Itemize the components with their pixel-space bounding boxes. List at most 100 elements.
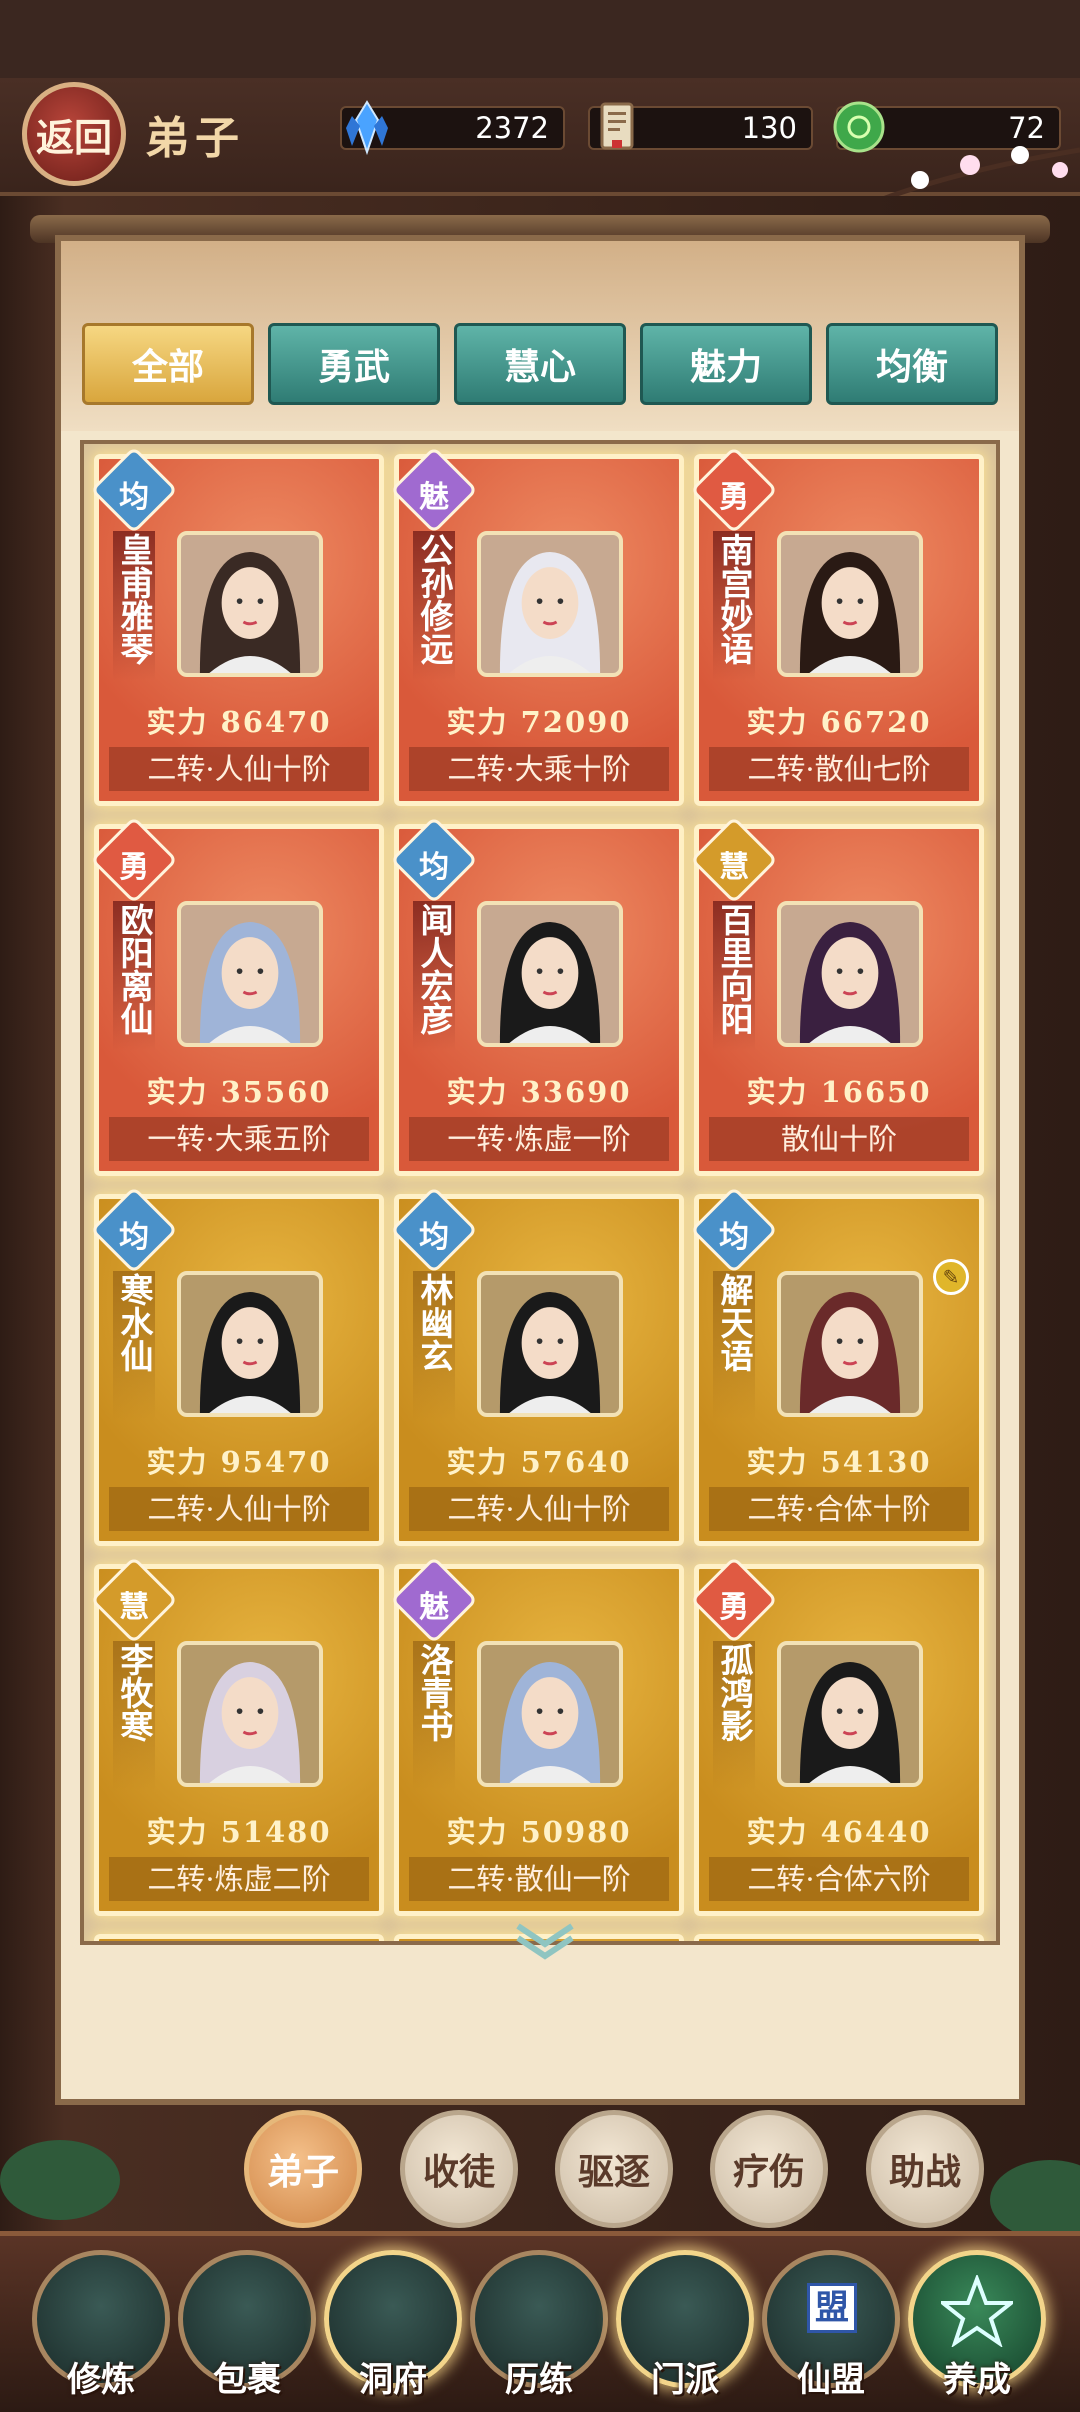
disciple-power: 实力 54130 — [699, 1439, 979, 1481]
power-label: 实力 — [446, 1815, 509, 1849]
disciple-card[interactable]: 慧李牧寒实力 51480 二转·炼虚二阶 — [90, 1556, 384, 1916]
disciple-rank: 二转·散仙一阶 — [409, 1857, 669, 1901]
tab-balance[interactable]: 均衡 — [826, 323, 998, 405]
disciple-rank: 二转·大乘十阶 — [409, 747, 669, 791]
disciple-card[interactable]: 勇南宫妙语 实力 66720 二转·散仙七阶 — [690, 446, 984, 806]
nav-cave-label: 洞府 — [359, 2360, 427, 2400]
disciple-portrait — [777, 1271, 923, 1417]
power-label: 实力 — [446, 1445, 509, 1479]
attribute-badge-label: 勇 — [719, 480, 749, 515]
power-label: 实力 — [146, 705, 209, 739]
disciple-card[interactable]: 魅公孙修远 实力 72090 二转·大乘十阶 — [390, 446, 684, 806]
tab-wisdom[interactable]: 慧心 — [454, 323, 626, 405]
disciple-rank: 二转·炼虚二阶 — [109, 1857, 369, 1901]
power-label: 实力 — [446, 1075, 509, 1109]
assist-battle-button[interactable]: 助战 — [866, 2110, 984, 2228]
disciple-name: 洛青书 — [413, 1641, 455, 1791]
disciple-power: 实力 57640 — [399, 1439, 679, 1481]
power-value: 72090 — [520, 705, 632, 739]
disciple-portrait — [477, 901, 623, 1047]
disciple-power: 实力 33690 — [399, 1069, 679, 1111]
disciple-portrait — [177, 1641, 323, 1787]
disciple-portrait — [477, 531, 623, 677]
attribute-badge-label: 均 — [419, 850, 449, 885]
power-value: 50980 — [520, 1815, 632, 1849]
disciple-name: 林幽玄 — [413, 1271, 455, 1421]
disciple-rank: 二转·合体六阶 — [709, 1857, 969, 1901]
back-button[interactable]: 返回 — [22, 82, 126, 186]
power-label: 实力 — [446, 705, 509, 739]
disciple-card[interactable]: 均解天语 实力 54130 二转·合体十阶 ✎ — [690, 1186, 984, 1546]
disciple-name: 百里向阳 — [713, 901, 755, 1051]
alliance-emblem: 盟 — [807, 2283, 857, 2333]
power-label: 实力 — [746, 1075, 809, 1109]
disciple-card[interactable]: 均林幽玄 实力 57640 二转·人仙十阶 — [390, 1186, 684, 1546]
tab-all[interactable]: 全部 — [82, 323, 254, 405]
disciple-portrait — [177, 901, 323, 1047]
power-value: 95470 — [220, 1445, 332, 1479]
edit-pencil-icon[interactable]: ✎ — [933, 1259, 969, 1295]
attribute-badge-label: 慧 — [119, 1590, 149, 1625]
disciples-button[interactable]: 弟子 — [244, 2110, 362, 2228]
disciple-rank: 二转·合体十阶 — [709, 1487, 969, 1531]
disciple-power: 实力 51480 — [99, 1809, 379, 1851]
attribute-badge-label: 均 — [719, 1220, 749, 1255]
pine-tree-decoration-left — [0, 2140, 120, 2220]
disciple-name: 李牧寒 — [113, 1641, 155, 1791]
disciple-rank: 二转·人仙十阶 — [109, 1487, 369, 1531]
nav-training-label: 历练 — [505, 2360, 573, 2400]
disciple-card[interactable]: 均皇甫雅琴 实力 86470 二转·人仙十阶 — [90, 446, 384, 806]
disciple-power: 实力 50980 — [399, 1809, 679, 1851]
expel-button[interactable]: 驱逐 — [555, 2110, 673, 2228]
disciple-name: 南宫妙语 — [713, 531, 755, 681]
disciple-power: 实力 86470 — [99, 699, 379, 741]
disciple-card-partial[interactable] — [94, 1934, 384, 1941]
power-label: 实力 — [746, 1445, 809, 1479]
tab-valor[interactable]: 勇武 — [268, 323, 440, 405]
attribute-badge-label: 勇 — [719, 1590, 749, 1625]
attribute-badge-label: 均 — [119, 1220, 149, 1255]
disciple-name: 欧阳离仙 — [113, 901, 155, 1051]
heal-button[interactable]: 疗伤 — [710, 2110, 828, 2228]
disciple-power: 实力 46440 — [699, 1809, 979, 1851]
power-label: 实力 — [146, 1075, 209, 1109]
disciple-name: 公孙修远 — [413, 531, 455, 681]
disciple-grid: 均皇甫雅琴 实力 86470 二转·人仙十阶魅公孙修远 实力 72090 二转·大乘十阶… — [80, 440, 1000, 1945]
disciple-card[interactable]: 均闻人宏彦实力 33690 一转·炼虚一阶 — [390, 816, 684, 1176]
nav-develop-label: 养成 — [943, 2360, 1011, 2400]
disciple-card[interactable]: 勇孤鸿影 实力 46440 二转·合体六阶 — [690, 1556, 984, 1916]
disciple-card[interactable]: 慧百里向阳 实力 16650 散仙十阶 — [690, 816, 984, 1176]
tab-charm[interactable]: 魅力 — [640, 323, 812, 405]
disciple-card[interactable]: 均寒水仙 实力 95470 二转·人仙十阶 — [90, 1186, 384, 1546]
disciple-rank: 二转·人仙十阶 — [109, 747, 369, 791]
power-value: 33690 — [520, 1075, 632, 1109]
disciple-name: 闻人宏彦 — [413, 901, 455, 1051]
power-value: 86470 — [220, 705, 332, 739]
disciple-rank: 一转·大乘五阶 — [109, 1117, 369, 1161]
power-value: 16650 — [820, 1075, 932, 1109]
power-label: 实力 — [746, 705, 809, 739]
nav-sect-label: 门派 — [651, 2360, 719, 2400]
recruit-button[interactable]: 收徒 — [400, 2110, 518, 2228]
scroll-token-icon — [600, 102, 634, 150]
disciple-portrait — [177, 531, 323, 677]
disciple-portrait — [777, 901, 923, 1047]
power-label: 实力 — [146, 1815, 209, 1849]
disciple-card[interactable]: 勇欧阳离仙 实力 35560 一转·大乘五阶 — [90, 816, 384, 1176]
power-label: 实力 — [746, 1815, 809, 1849]
scroll-down-chevron-icon[interactable] — [510, 1920, 580, 1960]
disciple-rank: 一转·炼虚一阶 — [409, 1117, 669, 1161]
crystal-icon — [346, 100, 388, 156]
attribute-badge-label: 慧 — [719, 850, 749, 885]
disciple-card[interactable]: 魅洛青书 实力 50980 二转·散仙一阶 — [390, 1556, 684, 1916]
attribute-badge-label: 勇 — [119, 850, 149, 885]
nav-bag-label: 包裹 — [213, 2360, 281, 2400]
disciple-name: 寒水仙 — [113, 1271, 155, 1421]
disciple-portrait — [477, 1641, 623, 1787]
power-value: 57640 — [520, 1445, 632, 1479]
power-value: 54130 — [820, 1445, 932, 1479]
attribute-badge-label: 均 — [119, 480, 149, 515]
disciple-card-partial[interactable] — [694, 1934, 984, 1941]
disciple-portrait — [177, 1271, 323, 1417]
disciple-power: 实力 66720 — [699, 699, 979, 741]
